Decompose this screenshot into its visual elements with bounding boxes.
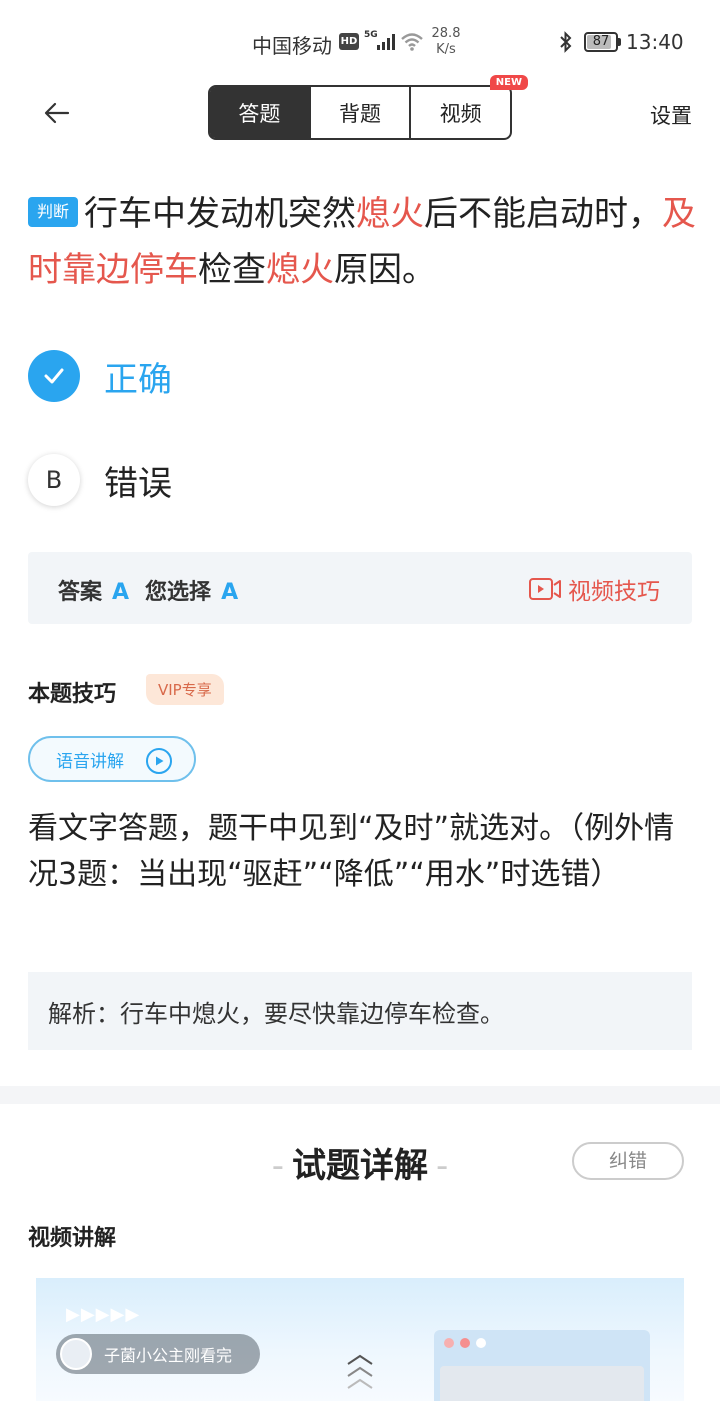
question-segment: 原因。 (334, 250, 436, 290)
mode-tabs: 答题 背题 视频 NEW (208, 75, 529, 140)
back-arrow-icon[interactable] (40, 96, 74, 130)
tab-video[interactable]: 视频 NEW (411, 75, 529, 138)
skill-text: 看文字答题，题干中见到“及时”就选对。（例外情况3题：当出现“驱赶”“降低”“用… (28, 811, 675, 892)
tab-video-label: 视频 (439, 101, 482, 126)
section-divider (0, 1086, 720, 1104)
option-a[interactable]: 正确 (28, 346, 172, 406)
clock: 13:40 (626, 30, 684, 54)
hd-icon: HD (339, 33, 359, 50)
battery-tip (618, 38, 621, 46)
settings-button[interactable]: 设置 (650, 100, 692, 130)
video-section-title: 视频讲解 (28, 1226, 117, 1251)
avatar (60, 1338, 92, 1370)
voice-explain-label: 语音讲解 (56, 751, 124, 772)
vip-badge: VIP专享 (146, 674, 224, 705)
report-error-button[interactable]: 纠错 (572, 1142, 684, 1180)
video-icon (529, 578, 561, 600)
question-keyword: 熄火 (266, 250, 334, 290)
wifi-icon (401, 33, 423, 51)
option-a-label: 正确 (104, 359, 172, 400)
network-speed: 28.8 K/s (430, 26, 462, 58)
answer-value: A (112, 580, 130, 605)
answer-bar: 答案 A 您选择 A 视频技巧 (28, 552, 692, 624)
video-thumbnail[interactable]: ▶▶▶▶▶ 子菌小公主刚看完 (36, 1278, 684, 1401)
signal-icon (377, 34, 395, 50)
play-icon (146, 748, 172, 774)
battery-icon: 87 (584, 32, 618, 52)
status-bar: 中国移动 HD 5G 28.8 K/s 87 13:40 (0, 0, 720, 84)
battery-percent: 87 (592, 34, 610, 49)
video-tip-label: 视频技巧 (568, 579, 660, 605)
bluetooth-icon (560, 31, 572, 53)
option-b-letter: B (28, 454, 80, 506)
speed-unit: K/s (436, 42, 456, 57)
viewer-notice: 子菌小公主刚看完 (56, 1334, 260, 1374)
window-illustration (434, 1330, 650, 1401)
arrows-decoration: ▶▶▶▶▶ (66, 1304, 141, 1325)
viewer-text: 子菌小公主刚看完 (104, 1346, 233, 1365)
option-b-label: 错误 (104, 463, 172, 504)
video-tip-button[interactable]: 视频技巧 (528, 572, 660, 606)
tab-answer[interactable]: 答题 (210, 87, 311, 138)
question-segment: 检查 (198, 250, 266, 290)
question-segment: 行车中发动机突然 (84, 194, 357, 234)
chevron-up-icon[interactable] (344, 1350, 376, 1398)
option-b[interactable]: B 错误 (28, 450, 172, 510)
question-type-badge: 判断 (28, 197, 79, 227)
detail-title-text: 试题详解 (292, 1146, 428, 1186)
check-icon (28, 350, 80, 402)
question-segment: 后不能启动时， (424, 194, 663, 234)
analysis-box: 解析：行车中熄火，要尽快靠边停车检查。 (28, 972, 692, 1050)
choice-value: A (221, 580, 239, 605)
new-badge: NEW (489, 75, 529, 90)
speed-value: 28.8 (431, 26, 461, 41)
question-keyword: 熄火 (356, 194, 425, 234)
skill-title: 本题技巧 (28, 682, 117, 707)
answer-summary: 答案 A 您选择 A (58, 574, 254, 606)
nav-bar: 答题 背题 视频 NEW 设置 (0, 75, 720, 144)
tab-memorize[interactable]: 背题 (311, 87, 412, 138)
question-text: 判断 行车中发动机突然熄火后不能启动时，及时靠边停车检查熄火原因。 (28, 186, 696, 298)
analysis-text: 解析：行车中熄火，要尽快靠边停车检查。 (48, 1000, 504, 1028)
answer-label: 答案 (58, 580, 103, 605)
carrier-name: 中国移动 (252, 34, 332, 58)
voice-explain-button[interactable]: 语音讲解 (28, 736, 196, 782)
choice-label: 您选择 (145, 580, 212, 605)
